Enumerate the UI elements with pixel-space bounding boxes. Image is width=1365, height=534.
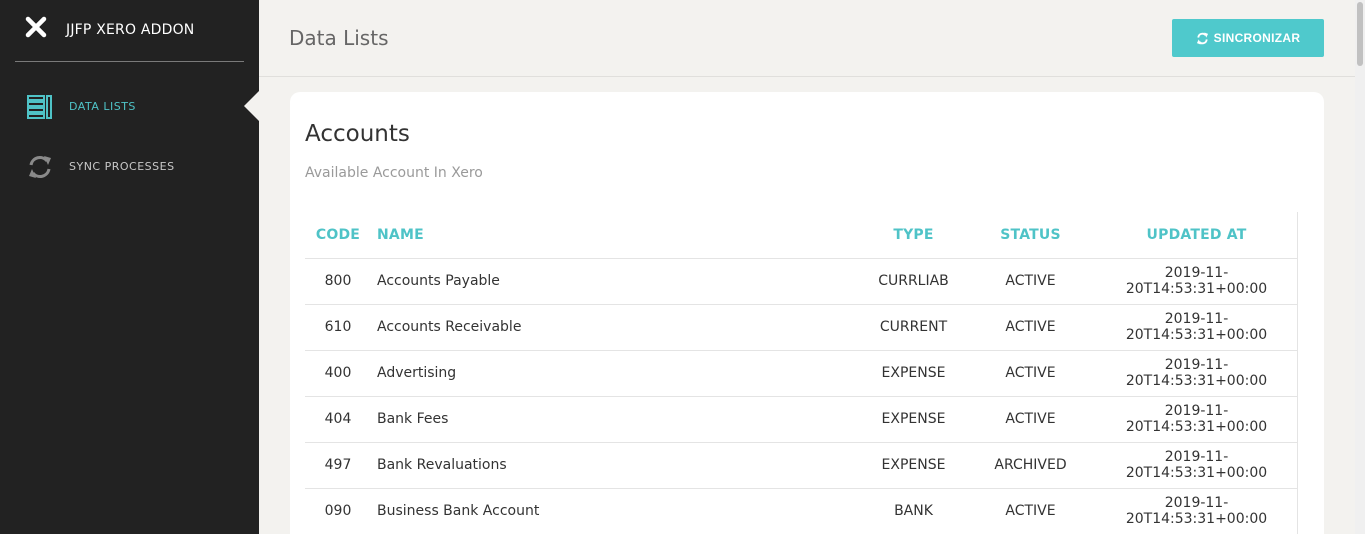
cell-updated-at: 2019-11-20T14:53:31+00:00	[1095, 350, 1298, 397]
accounts-table-container: CODE NAME TYPE STATUS UPDATED AT 800 Acc…	[305, 212, 1298, 534]
cell-type: BANK	[861, 488, 966, 534]
sidebar-item-data-lists[interactable]: DATA LISTS	[0, 87, 259, 127]
cell-updated-at: 2019-11-20T14:53:31+00:00	[1095, 258, 1298, 305]
sidebar-item-label: SYNC PROCESSES	[69, 160, 175, 173]
column-header-status[interactable]: STATUS	[966, 212, 1095, 259]
cell-updated-at: 2019-11-20T14:53:31+00:00	[1095, 442, 1298, 489]
cell-type: CURRLIAB	[861, 258, 966, 305]
table-row[interactable]: 404 Bank Fees EXPENSE ACTIVE 2019-11-20T…	[305, 396, 1298, 443]
cell-status: ACTIVE	[966, 304, 1095, 351]
cell-type: EXPENSE	[861, 396, 966, 443]
cell-code: 610	[305, 304, 371, 351]
cell-code: 497	[305, 442, 371, 489]
refresh-icon	[1196, 31, 1208, 45]
sync-button[interactable]: SINCRONIZAR	[1172, 19, 1324, 57]
sidebar-item-sync-processes[interactable]: SYNC PROCESSES	[0, 147, 259, 187]
cell-code: 800	[305, 258, 371, 305]
cell-status: ARCHIVED	[966, 442, 1095, 489]
sync-icon	[29, 156, 51, 178]
table-row[interactable]: 497 Bank Revaluations EXPENSE ARCHIVED 2…	[305, 442, 1298, 489]
cell-type: EXPENSE	[861, 442, 966, 489]
cell-type: EXPENSE	[861, 350, 966, 397]
column-header-updated-at[interactable]: UPDATED AT	[1095, 212, 1298, 259]
table-header-row: CODE NAME TYPE STATUS UPDATED AT	[305, 212, 1298, 259]
top-bar: Data Lists SINCRONIZAR	[259, 0, 1355, 77]
cell-name: Bank Fees	[371, 396, 861, 443]
page-scrollbar[interactable]	[1355, 0, 1365, 534]
cell-updated-at: 2019-11-20T14:53:31+00:00	[1095, 304, 1298, 351]
cell-name: Advertising	[371, 350, 861, 397]
cell-name: Business Bank Account	[371, 488, 861, 534]
cell-status: ACTIVE	[966, 350, 1095, 397]
cell-status: ACTIVE	[966, 488, 1095, 534]
accounts-card: Accounts Available Account In Xero CODE …	[290, 92, 1324, 534]
cell-name: Bank Revaluations	[371, 442, 861, 489]
cell-code: 404	[305, 396, 371, 443]
table-row[interactable]: 610 Accounts Receivable CURRENT ACTIVE 2…	[305, 304, 1298, 351]
close-x-logo-icon[interactable]	[25, 16, 47, 38]
card-subtitle: Available Account In Xero	[305, 165, 483, 181]
column-header-name[interactable]: NAME	[371, 212, 861, 259]
list-icon	[27, 95, 52, 119]
sidebar-item-label: DATA LISTS	[69, 100, 136, 113]
cell-code: 090	[305, 488, 371, 534]
cell-type: CURRENT	[861, 304, 966, 351]
cell-name: Accounts Receivable	[371, 304, 861, 351]
cell-code: 400	[305, 350, 371, 397]
column-header-code[interactable]: CODE	[305, 212, 371, 259]
cell-status: ACTIVE	[966, 396, 1095, 443]
table-row[interactable]: 090 Business Bank Account BANK ACTIVE 20…	[305, 488, 1298, 534]
cell-status: ACTIVE	[966, 258, 1095, 305]
page-title: Data Lists	[289, 26, 389, 50]
table-row[interactable]: 800 Accounts Payable CURRLIAB ACTIVE 201…	[305, 258, 1298, 305]
active-item-caret	[244, 90, 260, 122]
brand: JJFP XERO ADDON	[15, 0, 244, 62]
brand-title: JJFP XERO ADDON	[66, 22, 195, 38]
cell-updated-at: 2019-11-20T14:53:31+00:00	[1095, 396, 1298, 443]
accounts-table: CODE NAME TYPE STATUS UPDATED AT 800 Acc…	[305, 212, 1298, 534]
sync-button-label: SINCRONIZAR	[1213, 31, 1301, 45]
scrollbar-thumb[interactable]	[1357, 2, 1363, 66]
table-row[interactable]: 400 Advertising EXPENSE ACTIVE 2019-11-2…	[305, 350, 1298, 397]
column-header-type[interactable]: TYPE	[861, 212, 966, 259]
cell-updated-at: 2019-11-20T14:53:31+00:00	[1095, 488, 1298, 534]
cell-name: Accounts Payable	[371, 258, 861, 305]
sidebar: JJFP XERO ADDON DATA LISTS SYNC PROCESSE…	[0, 0, 259, 534]
card-title: Accounts	[305, 121, 410, 147]
